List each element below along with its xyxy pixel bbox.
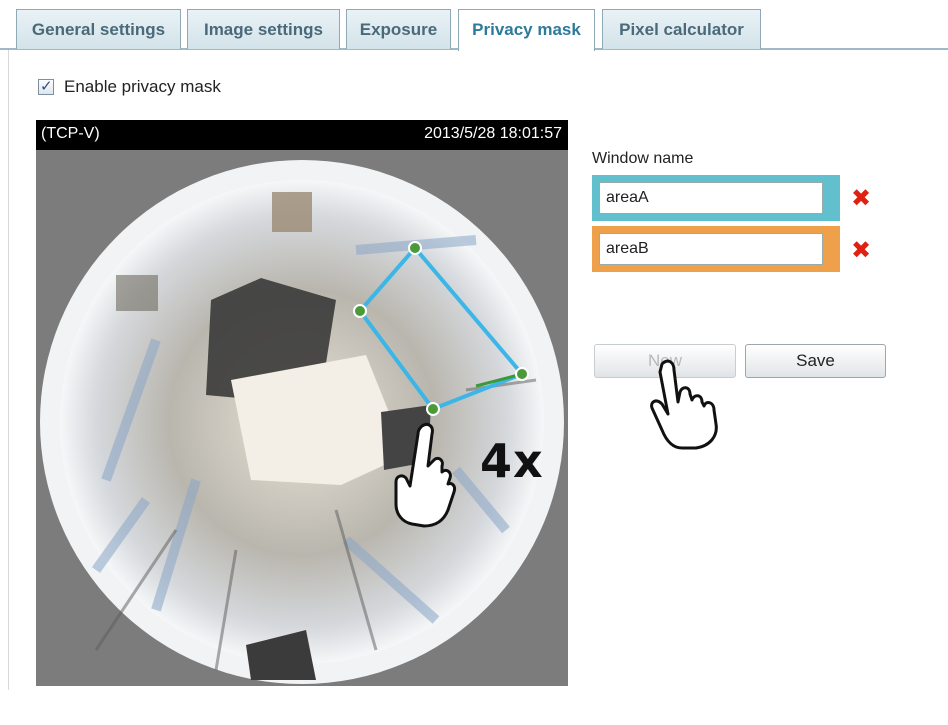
pointing-hand-icon — [650, 359, 718, 450]
enable-privacy-row: Enable privacy mask — [38, 76, 221, 98]
repeat-count-badge: 4x — [480, 434, 544, 488]
video-timestamp: 2013/5/28 18:01:57 — [424, 125, 562, 142]
window-row-area-a — [592, 175, 840, 221]
window-name-input-b[interactable] — [599, 233, 823, 265]
fisheye-image[interactable] — [36, 150, 568, 686]
mask-vertex — [426, 402, 440, 416]
video-source-label: (TCP-V) — [41, 125, 100, 142]
pointing-hand-icon — [394, 422, 456, 528]
mask-vertex — [408, 241, 422, 255]
video-preview[interactable]: (TCP-V) 2013/5/28 18:01:57 — [36, 120, 568, 686]
video-header: (TCP-V) 2013/5/28 18:01:57 — [36, 120, 568, 150]
delete-x-icon[interactable]: ✖ — [850, 239, 872, 263]
tab-pixel-calculator[interactable]: Pixel calculator — [602, 9, 761, 49]
tab-image-settings[interactable]: Image settings — [187, 9, 340, 49]
tab-privacy-mask[interactable]: Privacy mask — [458, 9, 595, 51]
mask-vertex — [515, 367, 529, 381]
tab-exposure[interactable]: Exposure — [346, 9, 451, 49]
tab-bar: General settings Image settings Exposure… — [0, 0, 948, 51]
window-row-area-b — [592, 226, 840, 272]
fisheye-view — [36, 150, 568, 686]
window-name-input-a[interactable] — [599, 182, 823, 214]
delete-x-icon[interactable]: ✖ — [850, 187, 872, 211]
save-button[interactable]: Save — [745, 344, 886, 378]
tab-general-settings[interactable]: General settings — [16, 9, 181, 49]
checkbox-checked-icon[interactable] — [38, 77, 54, 95]
mask-vertex — [353, 304, 367, 318]
enable-privacy-label: Enable privacy mask — [64, 77, 221, 96]
window-name-label: Window name — [592, 150, 694, 167]
